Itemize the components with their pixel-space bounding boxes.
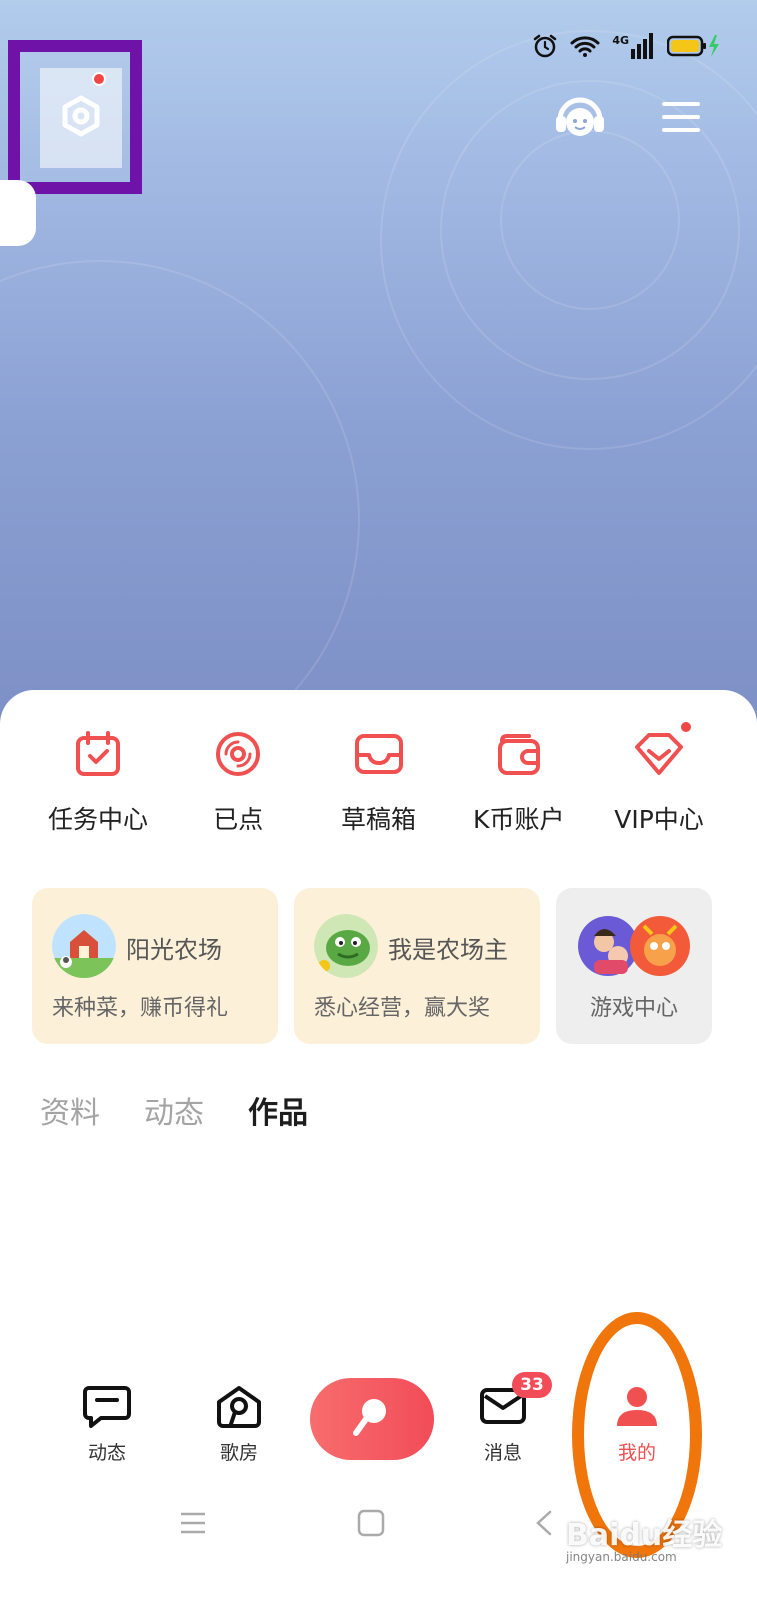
nav-song-room[interactable]: 歌房 [194,1384,284,1465]
card-subtitle: 游戏中心 [589,996,678,1021]
quick-drafts[interactable]: 草稿箱 [311,726,447,836]
status-bar: 4G [532,28,721,64]
card-subtitle: 来种菜，赚币得礼 [52,996,229,1021]
music-house-icon [215,1384,263,1432]
dinosaur-icon [314,914,378,978]
nav-label: 动态 [87,1442,126,1464]
farm-owner-card[interactable]: 我是农场主 悉心经营，赢大奖 [294,888,540,1044]
watermark-brand: Baidu经验 [566,1518,723,1553]
vip-notification-dot [679,720,693,734]
profile-tabs: 资料 动态 作品 [40,1088,308,1132]
customer-service-button[interactable] [552,90,608,146]
quick-label: 草稿箱 [340,805,416,834]
game-characters-icon [574,914,694,978]
quick-label: 任务中心 [47,805,148,834]
home-square-icon[interactable] [356,1508,386,1542]
card-subtitle: 悉心经营，赢大奖 [314,996,491,1021]
disc-icon [210,726,266,782]
quick-actions-row: 任务中心 已点 草稿箱 K币账户 VIP中心 [30,720,727,836]
settings-highlight-box [8,40,142,194]
record-button[interactable] [310,1378,434,1460]
hamburger-menu-icon [660,102,702,142]
tab-profile-info[interactable]: 资料 [40,1088,100,1132]
game-center-card[interactable]: 游戏中心 [556,888,712,1044]
settings-gear-icon [59,94,103,142]
signal-4g-icon: 4G [612,33,655,59]
quick-label: K币账户 [473,805,565,834]
nav-feed[interactable]: 动态 [62,1384,152,1465]
battery-charging-icon [667,34,721,58]
sunshine-farm-card[interactable]: 阳光农场 来种菜，赚币得礼 [32,888,278,1044]
message-badge: 33 [512,1372,552,1398]
menu-button[interactable] [660,96,702,138]
alarm-icon [532,33,558,59]
nav-label: 消息 [483,1442,522,1464]
edge-handle [0,180,36,246]
diamond-icon [631,726,687,782]
settings-button[interactable] [40,68,122,168]
calendar-check-icon [70,726,126,782]
quick-label: 已点 [213,805,264,834]
quick-vip-center[interactable]: VIP中心 [591,720,727,836]
settings-notification-dot [92,72,106,86]
microphone-icon [350,1395,394,1443]
chat-bubble-icon [83,1384,131,1432]
card-title: 我是农场主 [388,936,508,964]
promo-cards: 阳光农场 来种菜，赚币得礼 我是农场主 悉心经营，赢大奖 游戏中心 [32,888,712,1044]
wallet-icon [491,726,547,782]
farm-barn-icon [52,914,116,978]
menu-lines-icon[interactable] [178,1508,208,1542]
customer-service-icon [552,97,608,150]
inbox-tray-icon [351,726,407,782]
quick-requested-songs[interactable]: 已点 [170,726,306,836]
baidu-watermark: Baidu经验 jingyan.baidu.com [566,1510,722,1564]
tab-works[interactable]: 作品 [248,1088,308,1132]
quick-kcoin-account[interactable]: K币账户 [451,726,587,836]
tab-activity[interactable]: 动态 [144,1088,204,1132]
quick-label: VIP中心 [614,805,704,834]
card-title: 阳光农场 [126,936,222,964]
back-arrow-icon[interactable] [530,1508,560,1542]
quick-task-center[interactable]: 任务中心 [30,726,166,836]
nav-label: 歌房 [219,1442,258,1464]
wifi-icon [570,34,600,58]
